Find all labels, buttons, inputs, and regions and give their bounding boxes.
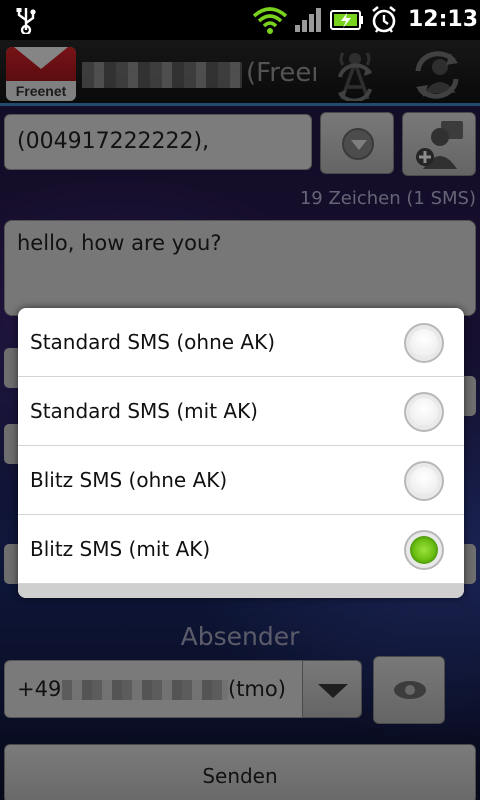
radio-button[interactable] xyxy=(404,461,444,501)
alarm-icon xyxy=(372,5,396,33)
option-standard-ohne-ak[interactable]: Standard SMS (ohne AK) xyxy=(18,308,464,377)
status-clock: 12:13 xyxy=(408,7,479,32)
option-label: Standard SMS (ohne AK) xyxy=(30,330,275,354)
radio-button[interactable] xyxy=(404,392,444,432)
option-label: Blitz SMS (mit AK) xyxy=(30,537,211,561)
battery-charging-icon xyxy=(330,10,363,30)
option-label: Blitz SMS (ohne AK) xyxy=(30,468,228,492)
option-blitz-mit-ak[interactable]: Blitz SMS (mit AK) xyxy=(18,515,464,584)
sms-type-dialog: Standard SMS (ohne AK) Standard SMS (mit… xyxy=(18,308,464,598)
wifi-icon xyxy=(252,7,288,34)
option-standard-mit-ak[interactable]: Standard SMS (mit AK) xyxy=(18,377,464,446)
option-label: Standard SMS (mit AK) xyxy=(30,399,258,423)
usb-icon xyxy=(16,8,36,34)
option-blitz-ohne-ak[interactable]: Blitz SMS (ohne AK) xyxy=(18,446,464,515)
status-bar: 12:13 xyxy=(0,0,480,40)
signal-icon xyxy=(295,8,321,32)
radio-button[interactable] xyxy=(404,323,444,363)
radio-button-selected[interactable] xyxy=(404,530,444,570)
dialog-footer xyxy=(18,584,464,598)
